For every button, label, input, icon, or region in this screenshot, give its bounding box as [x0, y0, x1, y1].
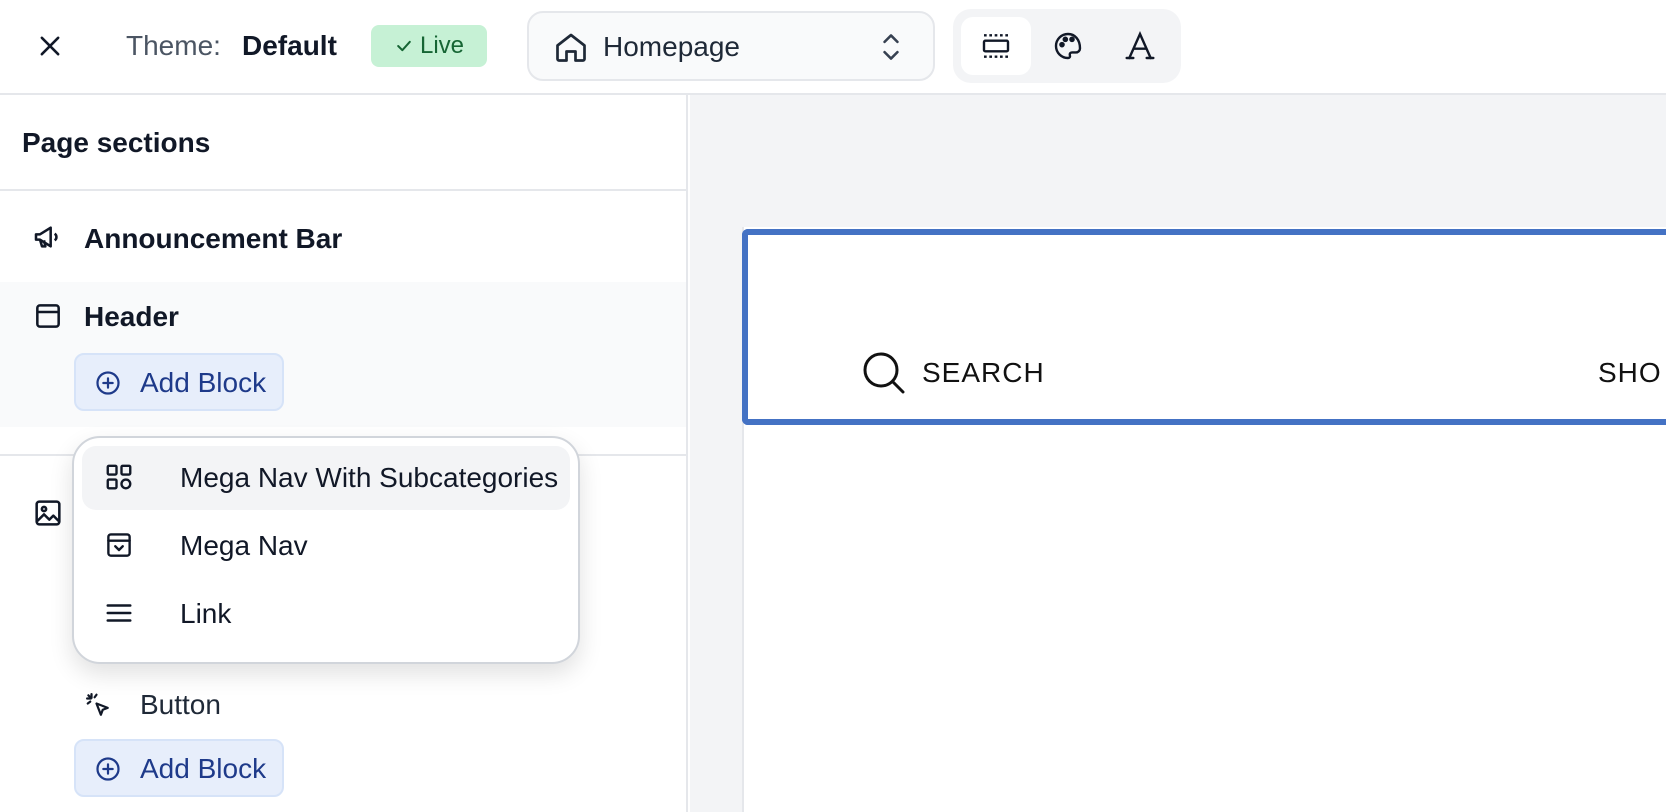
preview-search-label: SEARCH	[922, 357, 1045, 388]
menu-item-link[interactable]: Link	[82, 582, 570, 646]
menu-item-mega-nav-subcategories[interactable]: Mega Nav With Subcategories	[82, 446, 570, 510]
preview-canvas: SEARCH SHO	[690, 95, 1666, 812]
sidebar-title: Page sections	[22, 127, 211, 158]
status-badge-label: Live	[419, 32, 465, 59]
preview-shop-link[interactable]: SHO	[1598, 355, 1662, 391]
sidebar-divider	[0, 189, 688, 191]
colors-view-button[interactable]	[1033, 17, 1103, 75]
close-editor-button[interactable]	[32, 28, 68, 64]
archive-box-icon	[107, 533, 131, 557]
window-icon	[36, 304, 60, 328]
chevron-up-down-icon	[883, 34, 899, 60]
grid-icon	[106, 464, 132, 490]
editor-top-bar: Theme: Default Live Homepage	[0, 0, 1666, 95]
header-section-block: Header Add Block	[0, 282, 686, 427]
add-block-menu: Mega Nav With Subcategories Mega Nav Lin…	[72, 436, 580, 664]
add-block-button[interactable]: Add Block	[74, 739, 284, 797]
header-preview-selected[interactable]: SEARCH SHO	[742, 229, 1666, 425]
typography-view-button[interactable]	[1105, 17, 1175, 75]
check-icon	[397, 40, 411, 52]
close-icon	[40, 36, 60, 56]
preview-search-link[interactable]: SEARCH	[860, 349, 1044, 397]
image-icon	[35, 500, 61, 526]
section-image[interactable]	[0, 495, 70, 545]
plus-circle-icon	[96, 371, 120, 395]
header-add-block-button[interactable]: Add Block	[74, 353, 284, 411]
menu-lines-icon	[106, 604, 132, 622]
palette-icon	[1054, 32, 1082, 60]
view-mode-toggle	[953, 9, 1181, 83]
menu-item-label: Link	[180, 598, 232, 629]
menu-item-label: Mega Nav With Subcategories	[180, 462, 559, 493]
layout-sections-icon	[982, 34, 1010, 58]
add-block-label: Add Block	[140, 753, 267, 784]
search-icon	[863, 352, 905, 394]
menu-item-mega-nav[interactable]: Mega Nav	[82, 514, 570, 578]
home-icon	[556, 33, 586, 62]
megaphone-icon	[34, 226, 58, 248]
click-cursor-icon	[86, 693, 109, 716]
sections-view-button[interactable]	[961, 17, 1031, 75]
section-name: Announcement Bar	[84, 223, 343, 254]
menu-item-label: Mega Nav	[180, 530, 308, 561]
section-header[interactable]: Header	[0, 282, 686, 352]
typography-icon	[1125, 31, 1155, 60]
add-block-label: Add Block	[140, 367, 267, 398]
page-selector[interactable]: Homepage	[527, 11, 935, 81]
plus-circle-icon	[96, 757, 120, 781]
section-name: Header	[84, 301, 179, 332]
theme-name: Default	[242, 30, 337, 61]
theme-label: Theme:	[126, 30, 221, 61]
section-announcement-bar[interactable]: Announcement Bar	[0, 211, 686, 267]
status-badge: Live	[371, 25, 487, 67]
block-button[interactable]: Button	[84, 687, 284, 727]
page-selector-value: Homepage	[603, 31, 740, 62]
block-name: Button	[140, 689, 221, 720]
